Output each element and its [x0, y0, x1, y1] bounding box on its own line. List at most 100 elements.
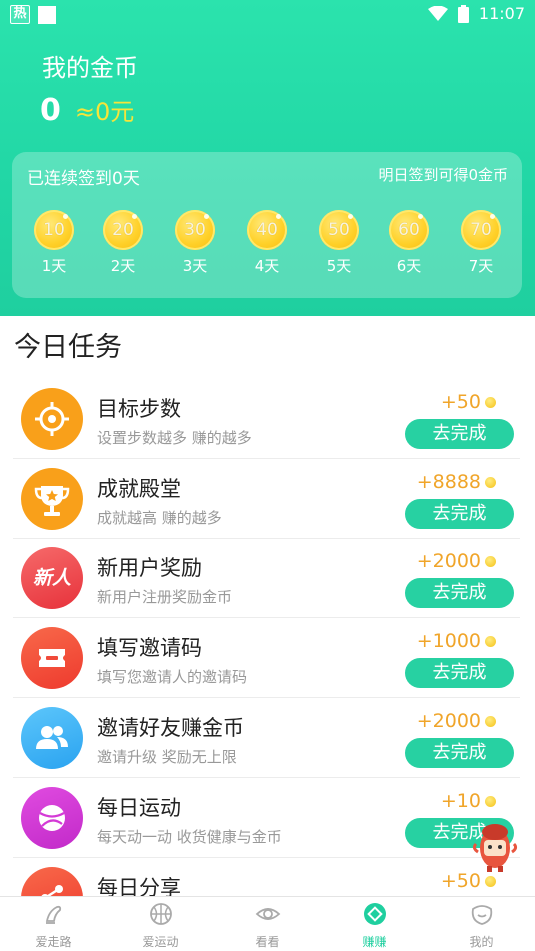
gold-coin-icon: 10	[34, 210, 74, 250]
coins-rmb-value: ≈0元	[74, 98, 135, 126]
go-complete-button[interactable]: 去完成	[405, 578, 514, 608]
gold-coin-icon: 50	[319, 210, 359, 250]
gold-coin-icon: 40	[247, 210, 287, 250]
day-label: 6天	[396, 257, 422, 275]
tab-walk[interactable]: 爱走路	[0, 901, 107, 950]
tab-label: 爱运动	[142, 935, 179, 949]
task-reward: +1000	[417, 630, 496, 652]
gold-coin-icon: 60	[389, 210, 429, 250]
task-desc: 填写您邀请人的邀请码	[97, 668, 248, 686]
coin-icon	[485, 396, 496, 408]
reward-value: +1000	[416, 630, 481, 652]
basketball-icon	[149, 903, 172, 925]
reward-value: +2000	[416, 710, 481, 732]
battery-icon	[457, 4, 469, 23]
new-user-icon-text: 新人	[32, 567, 71, 589]
coin-icon	[485, 875, 496, 887]
task-row: 目标步数 设置步数越多 赚的越多 +50 去完成	[13, 379, 520, 459]
gold-coin-icon: 20	[103, 210, 143, 250]
signin-card: 已连续签到0天 明日签到可得0金币 10 1天 20 2天 30 3天 40 4…	[12, 152, 522, 298]
walk-icon	[45, 905, 61, 924]
coin-icon	[485, 715, 496, 727]
ticket-icon	[21, 627, 83, 689]
day-label: 1天	[41, 257, 67, 275]
coins-title: 我的金币	[42, 54, 138, 82]
tab-bar: 爱走路 爱运动 看看 赚赚 我的	[0, 896, 535, 951]
signin-day[interactable]: 60 6天	[379, 210, 439, 276]
gold-coin-icon: 70	[461, 210, 501, 250]
day-label: 3天	[182, 257, 208, 275]
day-label: 2天	[110, 257, 136, 275]
signin-day[interactable]: 30 3天	[165, 210, 225, 276]
status-bar-left: 热	[10, 5, 56, 24]
status-bar: 热 11:07	[0, 0, 535, 30]
day-label: 7天	[468, 257, 494, 275]
screen: 热 11:07 我的金币 0 ≈0元 已连续签到0天 明日签到可得0金币 10 …	[0, 0, 535, 951]
task-reward: +10	[441, 790, 496, 812]
signin-day[interactable]: 20 2天	[93, 210, 153, 276]
task-desc: 成就越高 赚的越多	[97, 509, 222, 527]
tab-look[interactable]: 看看	[214, 901, 321, 950]
coin-icon	[485, 635, 496, 647]
task-desc: 新用户注册奖励金币	[97, 588, 233, 606]
target-icon	[21, 388, 83, 450]
notification-icon	[38, 5, 56, 24]
coin-icon	[485, 555, 496, 567]
status-bar-right: 11:07	[427, 4, 525, 23]
earn-icon	[363, 903, 386, 925]
signin-day[interactable]: 70 7天	[451, 210, 511, 276]
coins-row: 0 ≈0元	[40, 92, 134, 128]
task-title: 目标步数	[97, 397, 181, 421]
go-complete-button[interactable]: 去完成	[405, 499, 514, 529]
task-desc: 设置步数越多 赚的越多	[97, 429, 252, 447]
coin-icon	[485, 476, 496, 488]
task-row: 邀请好友赚金币 邀请升级 奖励无上限 +2000 去完成	[13, 698, 520, 778]
task-row: 每日运动 每天动一动 收货健康与金币 +10 去完成	[13, 778, 520, 858]
task-title: 填写邀请码	[97, 636, 202, 660]
tab-sport[interactable]: 爱运动	[107, 901, 214, 950]
signin-day[interactable]: 40 4天	[237, 210, 297, 276]
signin-day[interactable]: 50 5天	[309, 210, 369, 276]
friends-icon	[21, 707, 83, 769]
tab-label: 我的	[469, 935, 494, 949]
task-reward: +8888	[417, 471, 496, 493]
coin-icon	[485, 795, 496, 807]
task-row: 填写邀请码 填写您邀请人的邀请码 +1000 去完成	[13, 618, 520, 698]
mascot-icon[interactable]	[472, 818, 518, 872]
task-reward: +2000	[417, 550, 496, 572]
tab-earn[interactable]: 赚赚	[321, 901, 428, 950]
tab-label: 赚赚	[362, 935, 387, 949]
tab-mine[interactable]: 我的	[428, 901, 535, 950]
task-row: 成就殿堂 成就越高 赚的越多 +8888 去完成	[13, 459, 520, 539]
signin-day[interactable]: 10 1天	[24, 210, 84, 276]
hot-badge-icon: 热	[10, 5, 30, 24]
go-complete-button[interactable]: 去完成	[405, 738, 514, 768]
eye-icon	[255, 908, 280, 920]
day-label: 4天	[254, 257, 280, 275]
task-desc: 每天动一动 收货健康与金币	[97, 828, 282, 846]
task-title: 成就殿堂	[97, 477, 181, 501]
tab-label: 看看	[255, 935, 280, 949]
go-complete-button[interactable]: 去完成	[405, 419, 514, 449]
task-title: 新用户奖励	[97, 556, 202, 580]
day-label: 5天	[326, 257, 352, 275]
task-desc: 邀请升级 奖励无上限	[97, 748, 237, 766]
reward-value: +8888	[416, 471, 481, 493]
tasks-title: 今日任务	[14, 332, 122, 363]
status-time: 11:07	[478, 4, 525, 23]
task-title: 每日运动	[97, 796, 181, 820]
wifi-icon	[427, 5, 448, 21]
task-reward: +50	[441, 391, 496, 413]
reward-value: +10	[440, 790, 481, 812]
signin-streak-text: 已连续签到0天	[27, 169, 140, 189]
profile-icon	[471, 905, 492, 925]
signin-tomorrow-text: 明日签到可得0金币	[378, 166, 508, 184]
new-user-icon: 新人	[21, 547, 83, 609]
reward-value: +50	[440, 870, 481, 892]
header: 热 11:07 我的金币 0 ≈0元 已连续签到0天 明日签到可得0金币 10 …	[0, 0, 535, 316]
go-complete-button[interactable]: 去完成	[405, 658, 514, 688]
task-reward: +50	[441, 870, 496, 892]
reward-value: +2000	[416, 550, 481, 572]
task-reward: +2000	[417, 710, 496, 732]
task-title: 邀请好友赚金币	[97, 716, 244, 740]
